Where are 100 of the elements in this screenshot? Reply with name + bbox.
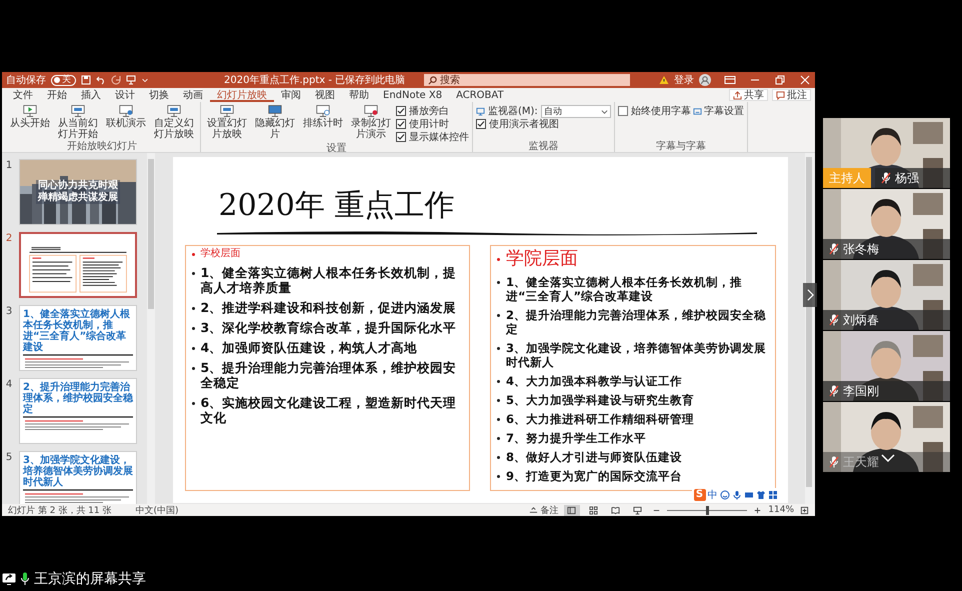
screen-share-icon[interactable] <box>2 573 16 585</box>
list-item: 3、深化学校教育综合改革，提升国际化水平 <box>200 320 456 335</box>
slide-thumbnail[interactable]: 同心协力共克时艰 殚精竭虑共谋发展 <box>19 159 137 225</box>
chevron-right-icon <box>806 289 814 301</box>
checkbox-label: 始终使用字幕 <box>630 104 691 118</box>
bullet-icon <box>497 347 500 350</box>
slide-screen-icon <box>70 104 86 118</box>
participant-name: 刘炳春 <box>843 312 879 328</box>
timer-icon <box>315 104 331 118</box>
group-label: 监视器 <box>527 141 560 152</box>
presentation-icon[interactable] <box>126 75 136 85</box>
ime-logo: S <box>694 489 706 501</box>
slide-thumbnail[interactable]: 1、健全落实立德树人根本任务长效机制，推进“三全育人”综合改革建设 <box>19 305 137 371</box>
close-icon[interactable] <box>799 75 811 85</box>
keyboard-icon[interactable] <box>744 490 754 500</box>
bullet-icon <box>497 456 500 459</box>
undo-icon[interactable] <box>96 75 106 85</box>
section-heading: 学院层面 <box>506 248 578 270</box>
search-field[interactable]: 搜索 <box>424 74 630 86</box>
checkbox[interactable] <box>476 119 486 129</box>
ribbon-tab[interactable]: 幻灯片放映 <box>210 88 274 102</box>
checkbox[interactable] <box>396 106 406 116</box>
slide-thumbnail[interactable]: 2、提升治理能力完善治理体系，维护校园安全稳定 <box>19 378 137 444</box>
comments-button[interactable]: 批注 <box>772 89 811 101</box>
ribbon-tab[interactable]: 切换 <box>142 88 176 102</box>
next-arrow-button[interactable] <box>803 283 817 307</box>
ribbon-tab[interactable]: 帮助 <box>342 88 376 102</box>
save-icon[interactable] <box>81 75 91 85</box>
ribbon-display-icon[interactable] <box>724 75 736 85</box>
bullet-icon <box>497 258 500 261</box>
thumbnail-title: 殚精竭虑共谋发展 <box>36 192 120 204</box>
bullet-icon <box>497 281 500 284</box>
notes-button[interactable]: 备注 <box>529 504 558 516</box>
language-label[interactable]: 中文(中国) <box>135 504 179 516</box>
restore-icon[interactable] <box>774 75 786 85</box>
zoom-level[interactable]: 114% <box>768 505 794 515</box>
redo-icon[interactable] <box>111 75 121 85</box>
warning-icon <box>659 75 669 85</box>
ribbon-tab[interactable]: 开始 <box>40 88 74 102</box>
group-label: 设置 <box>326 143 348 154</box>
ribbon-button[interactable]: 从当前幻灯片开始 <box>55 104 101 140</box>
checkbox[interactable] <box>618 106 628 116</box>
microphone-icon[interactable] <box>20 572 30 586</box>
section-heading: 学校层面 <box>200 248 240 260</box>
caret-icon <box>600 108 608 114</box>
checkbox[interactable] <box>396 132 406 142</box>
list-item: 6、实施校园文化建设工程，塑造新时代天理文化 <box>200 395 458 425</box>
bullet-icon <box>497 380 500 383</box>
slide-number: 5 <box>4 451 14 465</box>
group-label: 开始放映幻灯片 <box>66 141 138 152</box>
ribbon-button[interactable]: 从头开始 <box>7 104 53 129</box>
slide-thumbnail[interactable]: 3、加强学院文化建设，培养德智体美劳协调发展时代新人 <box>19 451 137 504</box>
monitor-icon <box>476 106 485 116</box>
ribbon-tab[interactable]: 审阅 <box>274 88 308 102</box>
smiley-icon[interactable] <box>720 490 730 500</box>
ribbon-button[interactable]: 设置幻灯片放映 <box>204 104 250 140</box>
fit-to-window-icon[interactable] <box>800 506 809 514</box>
slide-screen-icon <box>22 104 38 118</box>
avatar-icon[interactable] <box>699 74 711 86</box>
shirt-icon[interactable] <box>756 490 766 500</box>
ribbon-tab[interactable]: 插入 <box>74 88 108 102</box>
ribbon-button[interactable]: 排练计时 <box>300 104 346 129</box>
list-item: 2、推进学科建设和科技创新，促进内涵发展 <box>200 300 456 315</box>
checkbox-label: 播放旁白 <box>409 104 449 118</box>
bullet-icon <box>192 307 194 310</box>
share-icon <box>733 90 742 100</box>
screen-share-label: 王京滨的屏幕共享 <box>34 570 146 588</box>
checkbox[interactable] <box>396 119 406 129</box>
list-item: 5、提升治理能力完善治理体系，维护校园安全稳定 <box>200 360 458 390</box>
ribbon-tab[interactable]: 动画 <box>176 88 210 102</box>
chevron-down-icon[interactable] <box>881 454 895 462</box>
ribbon-tab[interactable]: 设计 <box>108 88 142 102</box>
slide-number: 2 <box>4 232 14 246</box>
list-item: 9、打造更为宽广的国际交流平台 <box>506 469 682 483</box>
grid-icon[interactable] <box>768 490 778 500</box>
slide-number: 1 <box>4 159 14 173</box>
slide-screen-icon <box>267 104 283 118</box>
list-item: 8、做好人才引进与师资队伍建设 <box>506 450 682 464</box>
account-name[interactable]: 登录 <box>674 73 694 87</box>
zoom-in-icon[interactable] <box>753 506 762 514</box>
bullet-icon <box>192 253 194 256</box>
ribbon-tab[interactable]: 文件 <box>6 88 40 102</box>
ribbon-tab[interactable]: EndNote X8 <box>376 88 450 102</box>
bullet-icon <box>192 327 194 330</box>
monitor-dropdown[interactable]: 自动 <box>540 104 611 118</box>
list-item: 3、加强学院文化建设，培养德智体美劳协调发展时代新人 <box>506 341 768 369</box>
slide-title: 2020年 重点工作 <box>218 187 456 225</box>
list-item: 1、健全落实立德树人根本任务长效机制，推进“三全育人”综合改革建设 <box>506 275 744 303</box>
zoom-slider-thumb[interactable] <box>706 506 710 514</box>
ime-mode[interactable]: 中 <box>708 488 718 502</box>
subtitle-settings-button[interactable]: 字幕设置 <box>692 105 744 117</box>
share-button[interactable]: 共享 <box>729 89 768 101</box>
ribbon-button[interactable]: 录制幻灯片演示 <box>348 104 394 140</box>
ribbon-button[interactable]: 隐藏幻灯片 <box>252 104 298 140</box>
normal-view-button[interactable] <box>564 504 580 516</box>
ribbon-button[interactable]: 自定义幻灯片放映 <box>151 104 197 140</box>
ribbon-tab[interactable]: 视图 <box>308 88 342 102</box>
ribbon-button[interactable]: 联机演示 <box>103 104 149 129</box>
microphone-icon[interactable] <box>732 490 742 500</box>
ribbon-tab[interactable]: ACROBAT <box>449 88 511 102</box>
